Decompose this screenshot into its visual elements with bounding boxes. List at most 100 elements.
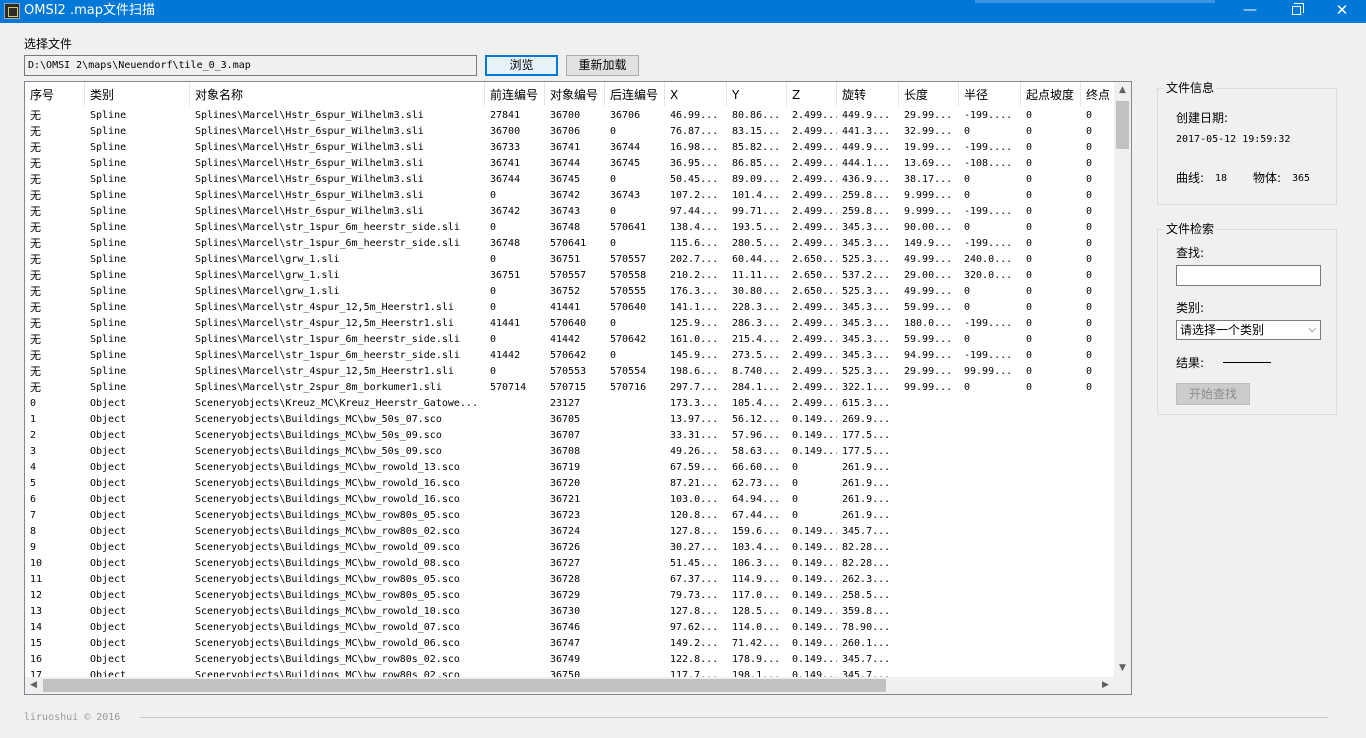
cell-start-slope (1021, 652, 1081, 668)
reload-button[interactable]: 重新加载 (566, 55, 639, 76)
table-row[interactable]: 无 Spline Splines\Marcel\Hstr_6spur_Wilhelm… (25, 140, 1114, 156)
table-row[interactable]: 5 Object Sceneryobjects\Buildings_MC\bw_ro… (25, 476, 1114, 492)
cell-index: 9 (30, 542, 37, 553)
table-row[interactable]: 无 Spline Splines\Marcel\str_4spur_12,5m_He… (25, 300, 1114, 316)
column-header-x[interactable]: X (665, 82, 727, 106)
search-input[interactable] (1176, 265, 1321, 286)
file-path-input[interactable]: D:\OMSI 2\maps\Neuendorf\tile_0_3.map (24, 55, 477, 76)
table-row[interactable]: 0 Object Sceneryobjects\Kreuz_MC\Kreuz_Hee… (25, 396, 1114, 412)
cell-radius (959, 412, 1021, 428)
category-select[interactable]: 请选择一个类别 ⌵ (1176, 320, 1321, 340)
column-header-prev-id[interactable]: 前连编号 (485, 82, 545, 106)
cell-category: Object (90, 414, 127, 425)
table-row[interactable]: 8 Object Sceneryobjects\Buildings_MC\bw_ro… (25, 524, 1114, 540)
cell-category: Spline (90, 382, 127, 393)
table-row[interactable]: 无 Spline Splines\Marcel\Hstr_6spur_Wilhelm… (25, 124, 1114, 140)
table-row[interactable]: 无 Spline Splines\Marcel\str_4spur_12,5m_He… (25, 316, 1114, 332)
table-row[interactable]: 1 Object Sceneryobjects\Buildings_MC\bw_50… (25, 412, 1114, 428)
column-header-z[interactable]: Z (787, 82, 837, 106)
cell-category: Object (90, 622, 127, 633)
cell-x: 67.37... (670, 574, 719, 585)
table-row[interactable]: 7 Object Sceneryobjects\Buildings_MC\bw_ro… (25, 508, 1114, 524)
scroll-down-arrow-icon[interactable]: ▼ (1114, 660, 1131, 677)
cell-end (1081, 652, 1114, 668)
vertical-scrollbar[interactable]: ▲ ▼ (1114, 82, 1131, 677)
table-row[interactable]: 无 Spline Splines\Marcel\grw_1.sli 0 36751 570… (25, 252, 1114, 268)
column-header-next-id[interactable]: 后连编号 (605, 82, 665, 106)
cell-end: 0 (1086, 286, 1093, 297)
cell-index: 11 (30, 574, 43, 585)
table-row[interactable]: 无 Spline Splines\Marcel\Hstr_6spur_Wilhelm… (25, 204, 1114, 220)
table-row[interactable]: 无 Spline Splines\Marcel\grw_1.sli 36751 5705… (25, 268, 1114, 284)
table-row[interactable]: 无 Spline Splines\Marcel\Hstr_6spur_Wilhelm… (25, 188, 1114, 204)
horizontal-scrollbar[interactable]: ◀ ▶ (25, 677, 1114, 694)
table-row[interactable]: 9 Object Sceneryobjects\Buildings_MC\bw_ro… (25, 540, 1114, 556)
column-header-object-id[interactable]: 对象编号 (545, 82, 605, 106)
table-row[interactable]: 无 Spline Splines\Marcel\grw_1.sli 0 36752 570… (25, 284, 1114, 300)
table-row[interactable]: 15 Object Sceneryobjects\Buildings_MC\bw_r… (25, 636, 1114, 652)
table-row[interactable]: 无 Spline Splines\Marcel\str_1spur_6m_heers… (25, 220, 1114, 236)
vertical-scroll-thumb[interactable] (1116, 101, 1129, 149)
table-row[interactable]: 无 Spline Splines\Marcel\Hstr_6spur_Wilhelm… (25, 172, 1114, 188)
column-header-radius[interactable]: 半径 (959, 82, 1021, 106)
horizontal-scroll-thumb[interactable] (43, 679, 886, 692)
cell-length: 49.99... (904, 254, 953, 265)
cell-radius: 0 (964, 174, 971, 185)
cell-x: 97.62... (670, 622, 719, 633)
column-header-start-slope[interactable]: 起点坡度 (1021, 82, 1081, 106)
table-row[interactable]: 11 Object Sceneryobjects\Buildings_MC\bw_r… (25, 572, 1114, 588)
cell-length: 19.99... (904, 142, 953, 153)
cell-radius (959, 476, 1021, 492)
cell-end (1081, 412, 1114, 428)
table-row[interactable]: 2 Object Sceneryobjects\Buildings_MC\bw_50… (25, 428, 1114, 444)
table-row[interactable]: 无 Spline Splines\Marcel\str_1spur_6m_heers… (25, 236, 1114, 252)
browse-button[interactable]: 浏览 (485, 55, 558, 76)
start-search-button[interactable]: 开始查找 (1176, 383, 1250, 405)
scroll-left-arrow-icon[interactable]: ◀ (25, 677, 42, 694)
column-header-rotation[interactable]: 旋转 (837, 82, 899, 106)
column-header-y[interactable]: Y (727, 82, 787, 106)
column-header-length[interactable]: 长度 (899, 82, 959, 106)
cell-x: 117.7... (670, 670, 719, 677)
table-row[interactable]: 16 Object Sceneryobjects\Buildings_MC\bw_r… (25, 652, 1114, 668)
table-row[interactable]: 17 Object Sceneryobjects\Buildings_MC\bw_r… (25, 668, 1114, 677)
table-row[interactable]: 无 Spline Splines\Marcel\str_4spur_12,5m_He… (25, 364, 1114, 380)
cell-object-id: 36742 (550, 190, 581, 201)
table-row[interactable]: 无 Spline Splines\Marcel\str_1spur_6m_heers… (25, 332, 1114, 348)
cell-index: 12 (30, 590, 43, 601)
column-header-end[interactable]: 终点 (1081, 82, 1114, 106)
column-header-category[interactable]: 类别 (85, 82, 190, 106)
column-header-index[interactable]: 序号 (25, 82, 85, 106)
cell-rotation: 259.8... (842, 206, 891, 217)
table-row[interactable]: 3 Object Sceneryobjects\Buildings_MC\bw_50… (25, 444, 1114, 460)
cell-prev-id (485, 556, 545, 572)
table-row[interactable]: 4 Object Sceneryobjects\Buildings_MC\bw_ro… (25, 460, 1114, 476)
scroll-up-arrow-icon[interactable]: ▲ (1114, 82, 1131, 99)
cell-category: Object (90, 558, 127, 569)
cell-start-slope (1021, 636, 1081, 652)
minimize-button[interactable]: — (1227, 0, 1273, 23)
cell-start-slope (1021, 476, 1081, 492)
table-row[interactable]: 6 Object Sceneryobjects\Buildings_MC\bw_ro… (25, 492, 1114, 508)
table-row[interactable]: 12 Object Sceneryobjects\Buildings_MC\bw_r… (25, 588, 1114, 604)
cell-object-name: Splines\Marcel\str_4spur_12,5m_Heerstr1.… (195, 302, 454, 313)
table-row[interactable]: 13 Object Sceneryobjects\Buildings_MC\bw_r… (25, 604, 1114, 620)
maximize-button[interactable] (1273, 0, 1319, 23)
table-row[interactable]: 无 Spline Splines\Marcel\str_2spur_8m_borku… (25, 380, 1114, 396)
cell-radius: 0 (964, 334, 971, 345)
cell-z: 0 (792, 478, 799, 489)
table-row[interactable]: 无 Spline Splines\Marcel\Hstr_6spur_Wilhelm… (25, 156, 1114, 172)
grid-body[interactable]: 无 Spline Splines\Marcel\Hstr_6spur_Wilhelm… (25, 108, 1114, 677)
table-row[interactable]: 无 Spline Splines\Marcel\str_1spur_6m_heers… (25, 348, 1114, 364)
column-header-object-name[interactable]: 对象名称 (190, 82, 485, 106)
cell-object-id: 570557 (550, 270, 587, 281)
title-bar[interactable]: OMSI2 .map文件扫描 — ✕ (0, 0, 1366, 23)
table-row[interactable]: 无 Spline Splines\Marcel\Hstr_6spur_Wilhelm… (25, 108, 1114, 124)
table-row[interactable]: 10 Object Sceneryobjects\Buildings_MC\bw_r… (25, 556, 1114, 572)
table-row[interactable]: 14 Object Sceneryobjects\Buildings_MC\bw_r… (25, 620, 1114, 636)
close-button[interactable]: ✕ (1319, 0, 1365, 23)
data-grid[interactable]: 序号 类别 对象名称 前连编号 对象编号 后连编号 X Y Z 旋转 长度 半径 起点坡度 终点 无 Spl… (24, 81, 1132, 695)
scroll-right-arrow-icon[interactable]: ▶ (1097, 677, 1114, 694)
cell-object-name: Sceneryobjects\Buildings_MC\bw_rowold_16… (195, 494, 460, 505)
cell-end: 0 (1086, 382, 1093, 393)
